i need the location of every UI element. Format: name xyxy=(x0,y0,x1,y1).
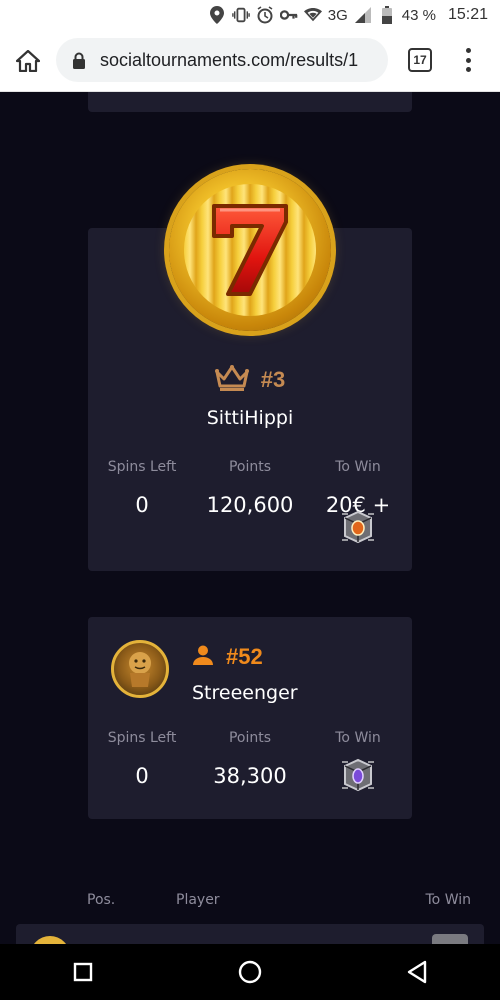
back-button[interactable] xyxy=(387,944,447,1000)
coin-face xyxy=(184,184,316,316)
vpn-key-icon xyxy=(279,6,298,24)
to-win-label: To Win xyxy=(335,730,381,746)
spins-left-value: 0 xyxy=(135,764,149,788)
system-nav-bar xyxy=(0,944,500,1000)
top-player-spins-stat: Spins Left 0 xyxy=(88,459,196,517)
top-player-rank-row: #3 xyxy=(88,364,412,396)
points-label: Points xyxy=(228,459,272,475)
lucky-seven-coin-icon xyxy=(169,169,331,331)
recents-icon xyxy=(74,962,93,982)
points-value: 120,600 xyxy=(206,493,294,517)
current-player-spins-stat: Spins Left 0 xyxy=(88,730,196,788)
back-triangle-icon xyxy=(407,960,426,984)
page-content: #3 SittiHippi Spins Left 0 Points 120,60… xyxy=(0,92,500,944)
lock-icon xyxy=(72,52,88,69)
table-row[interactable] xyxy=(16,924,484,944)
user-icon xyxy=(192,645,214,669)
previous-card xyxy=(88,92,412,112)
spins-left-value: 0 xyxy=(135,493,149,517)
tab-switcher-button[interactable]: 17 xyxy=(408,48,432,72)
spins-left-label: Spins Left xyxy=(107,459,177,475)
location-icon xyxy=(208,6,226,24)
current-player-name: Streeenger xyxy=(192,682,298,704)
current-player-points-stat: Points 38,300 xyxy=(196,730,304,788)
to-win-label: To Win xyxy=(335,459,381,475)
home-nav-button[interactable] xyxy=(220,944,280,1000)
leaderboard-header: Pos. Player To Win xyxy=(0,892,500,912)
top-player-name: SittiHippi xyxy=(206,407,294,429)
vibrate-icon xyxy=(231,6,250,24)
current-player-rank: #52 xyxy=(226,644,263,669)
points-value: 38,300 xyxy=(213,764,287,788)
to-win-column-header: To Win xyxy=(425,892,472,908)
menu-dot xyxy=(465,57,471,63)
alarm-icon xyxy=(256,6,274,24)
network-type: 3G xyxy=(327,6,348,24)
crown-icon xyxy=(214,364,249,396)
prize-box-purple-gem-icon xyxy=(339,756,377,794)
top-player-rank: #3 xyxy=(260,367,286,392)
prize-box-icon xyxy=(432,934,468,944)
browser-toolbar: socialtournaments.com/results/1 17 xyxy=(0,30,500,92)
battery-percent: 43 % xyxy=(401,6,436,24)
player-column-header: Player xyxy=(176,892,220,908)
player-avatar xyxy=(111,640,169,698)
current-player-rank-row: #52 xyxy=(192,644,263,670)
prize-box-orange-gem-icon xyxy=(339,508,377,546)
menu-dot xyxy=(465,67,471,72)
top-player-points-stat: Points 120,600 xyxy=(196,459,304,517)
points-label: Points xyxy=(228,730,272,746)
seven-icon xyxy=(212,204,288,296)
signal-icon xyxy=(354,6,372,24)
clock-time: 15:21 xyxy=(447,6,488,23)
home-icon xyxy=(16,49,40,72)
url-text: socialtournaments.com/results/1 xyxy=(100,49,359,70)
avatar xyxy=(30,936,70,944)
home-button[interactable] xyxy=(0,33,56,89)
url-bar[interactable]: socialtournaments.com/results/1 xyxy=(56,38,388,82)
pos-column-header: Pos. xyxy=(87,892,116,908)
status-bar: 3G 43 % 15:21 xyxy=(0,0,500,30)
menu-dot xyxy=(465,48,471,53)
more-menu-button[interactable] xyxy=(458,46,478,74)
battery-icon xyxy=(378,6,396,24)
lion-statue-icon xyxy=(129,652,151,687)
spins-left-label: Spins Left xyxy=(107,730,177,746)
wifi-icon xyxy=(303,6,322,24)
home-circle-icon xyxy=(238,960,262,984)
recents-button[interactable] xyxy=(53,944,113,1000)
current-player-prize-stat: To Win xyxy=(304,730,412,746)
